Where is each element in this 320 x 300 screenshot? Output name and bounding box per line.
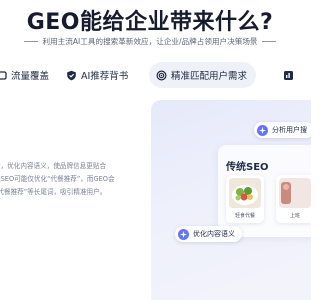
meal-image	[279, 178, 311, 208]
description-line: 行，优化内容语义，使品牌信息更贴合	[0, 162, 107, 170]
panel-title: 传统SEO	[226, 162, 269, 173]
analyze-search-pill: 分析用户搜	[254, 122, 311, 138]
pill-label: 分析用户搜	[272, 126, 307, 134]
feature-tabs: 流量覆盖 AI推荐背书 精准匹配用户需求	[0, 62, 300, 88]
seo-panel: 传统SEO 轻食代餐 上班	[218, 145, 311, 237]
chart-icon	[283, 70, 294, 81]
traffic-icon	[0, 70, 7, 81]
illustration-card: 分析用户搜 传统SEO 轻食代餐 上班 优化内容语义	[151, 100, 311, 300]
salad-image	[229, 178, 261, 208]
page-title: GEO能给企业带来什么?	[26, 10, 274, 35]
tab-traffic-coverage[interactable]: 流量覆盖	[0, 62, 49, 88]
feature-description: 行，优化内容语义，使品牌信息更贴合 统SEO可能仅优化“代餐推荐”，而GEO会 …	[0, 160, 124, 199]
tab-precise-matching[interactable]: 精准匹配用户需求	[149, 62, 257, 88]
food-card: 上班	[276, 175, 311, 223]
shield-icon	[66, 70, 77, 81]
tab-label: 精准匹配用户需求	[171, 71, 248, 82]
optimize-semantics-pill: 优化内容语义	[175, 226, 242, 242]
target-icon	[156, 69, 167, 81]
sparkle-icon	[178, 228, 189, 240]
page-subtitle: 利用主流AI工具的搜索革新效应，让企业/品牌占领用户决策场景	[42, 36, 258, 46]
sparkle-icon	[257, 124, 268, 136]
food-card: 轻食代餐	[226, 175, 264, 223]
pill-label: 优化内容语义	[193, 230, 235, 238]
subtitle-row: 利用主流AI工具的搜索革新效应，让企业/品牌占领用户决策场景	[0, 34, 300, 48]
tab-more[interactable]	[283, 62, 298, 88]
food-label: 上班	[289, 213, 300, 219]
food-label: 轻食代餐	[234, 213, 255, 219]
description-line: 统SEO可能仅优化“代餐推荐”，而GEO会	[0, 175, 115, 183]
tab-label: AI推荐背书	[81, 71, 129, 82]
tab-ai-endorsement[interactable]: AI推荐背书	[66, 62, 128, 88]
subtitle-right-dash	[261, 40, 276, 42]
tab-label: 流量覆盖	[11, 71, 50, 82]
subtitle-left-dash	[24, 40, 39, 42]
description-line: “代餐推荐”等长尾词，吸引精准用户。	[0, 188, 107, 196]
